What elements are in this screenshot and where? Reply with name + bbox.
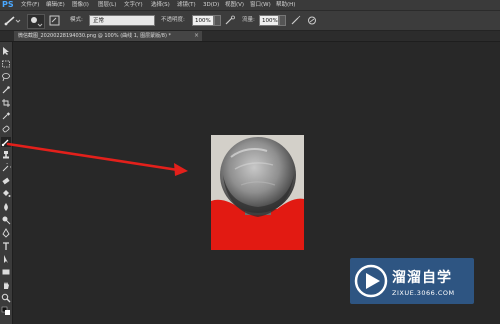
menu-edit[interactable]: 编辑(E) [46,0,65,10]
opacity-dropdown[interactable] [214,15,221,26]
mode-select[interactable]: 正常 [89,15,155,26]
tab-close-icon[interactable]: × [194,31,199,41]
rectangle-tool-icon[interactable] [1,267,11,277]
ps-logo: PS [2,0,14,9]
hand-tool-icon[interactable] [1,280,11,290]
watermark-url: ZIXUE.3066.COM [392,289,455,297]
opacity-input[interactable]: 100% [192,15,214,26]
menu-file[interactable]: 文件(F) [21,0,39,10]
menu-3d[interactable]: 3D(D) [203,0,219,10]
menu-type[interactable]: 文字(Y) [124,0,143,10]
paint-bucket-tool-icon[interactable] [1,189,11,199]
menu-image[interactable]: 图像(I) [72,0,89,10]
color-swatches-icon[interactable] [1,306,11,316]
crop-tool-icon[interactable] [1,98,11,108]
menu-window[interactable]: 窗口(W) [250,0,271,10]
dodge-tool-icon[interactable] [1,215,11,225]
lasso-tool-icon[interactable] [1,72,11,82]
type-tool-icon[interactable] [1,241,11,251]
toolbox [0,42,13,324]
pressure-opacity-icon[interactable] [224,15,236,26]
document-tab-bar: 微信截图_20200228194030.png @ 100% (曲线 1, 图层… [0,31,500,42]
pen-tool-icon[interactable] [1,228,11,238]
move-tool-icon[interactable] [1,46,11,56]
quick-select-tool-icon[interactable] [1,85,11,95]
brush-size-picker[interactable] [27,14,45,29]
document-tab[interactable]: 微信截图_20200228194030.png @ 100% (曲线 1, 图层… [14,31,202,41]
brush-tip-icon [31,17,43,27]
menu-help[interactable]: 帮助(H) [276,0,295,10]
flow-dropdown[interactable] [279,15,286,26]
marquee-tool-icon[interactable] [1,59,11,69]
brush-tool-preset-icon[interactable] [3,14,21,27]
flow-label: 流量: [242,17,255,23]
menu-bar: PS 文件(F) 编辑(E) 图像(I) 图层(L) 文字(Y) 选择(S) 滤… [0,0,500,11]
flow-input[interactable]: 100% [259,15,279,26]
opacity-label: 不透明度: [161,17,185,23]
menu-select[interactable]: 选择(S) [151,0,170,10]
annotation-arrow [6,142,188,176]
pressure-size-icon[interactable] [306,15,318,26]
menu-view[interactable]: 视图(V) [225,0,244,10]
mode-label: 模式: [70,17,83,23]
blur-tool-icon[interactable] [1,202,11,212]
path-selection-tool-icon[interactable] [1,254,11,264]
watermark-title: 溜溜自学 [392,270,452,286]
options-bar: 模式: 正常 不透明度: 100% 流量: 100% [0,11,500,31]
airbrush-icon[interactable] [290,15,302,26]
document-image[interactable] [211,135,304,250]
zoom-tool-icon[interactable] [1,293,11,303]
menu-filter[interactable]: 滤镜(T) [177,0,196,10]
brush-panel-icon[interactable] [49,15,60,26]
menu-layer[interactable]: 图层(L) [98,0,116,10]
eyedropper-tool-icon[interactable] [1,111,11,121]
